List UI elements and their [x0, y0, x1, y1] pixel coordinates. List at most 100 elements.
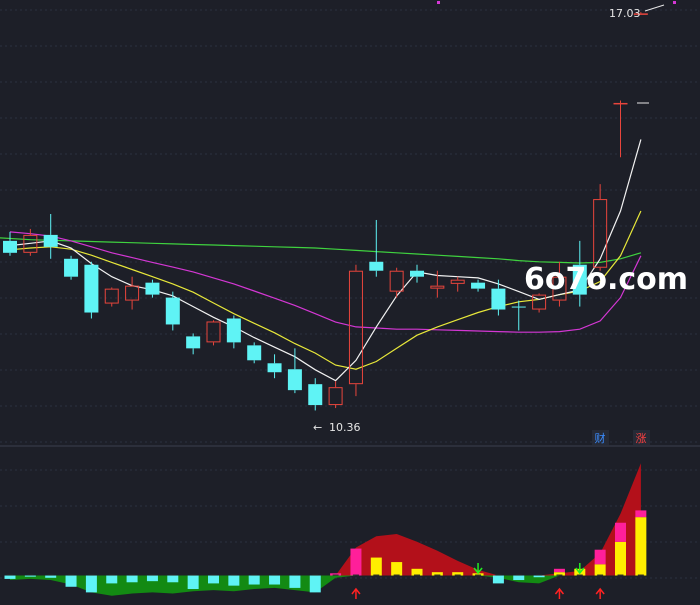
badge-finance[interactable]: 财	[592, 430, 609, 445]
indicator-bar	[370, 557, 382, 576]
indicator-bar-negative	[146, 575, 158, 582]
indicator-bar-negative	[248, 575, 260, 585]
indicator-bar	[146, 574, 158, 582]
candle-down	[3, 231, 17, 256]
candle-body	[410, 270, 424, 277]
indicator-bar	[269, 574, 281, 585]
indicator-bar	[248, 574, 260, 585]
indicator-bar	[350, 548, 362, 576]
marker-dot	[673, 1, 676, 4]
candles	[3, 12, 648, 411]
candle-down	[511, 300, 526, 331]
indicator-bar-negative	[24, 575, 36, 577]
candle-down	[247, 342, 262, 364]
indicator-area-negative	[10, 575, 641, 596]
indicator-bar-yellow	[370, 557, 382, 576]
indicator-bar	[187, 574, 199, 590]
indicator-bar-negative	[85, 575, 97, 593]
indicator-bar-magenta	[635, 510, 647, 518]
indicator-bar-magenta	[350, 548, 362, 576]
candle-down	[410, 264, 424, 283]
indicator-bar-yellow	[635, 517, 647, 576]
indicator-bar-negative	[106, 575, 118, 584]
candle-body	[3, 240, 17, 253]
candle-body	[145, 282, 160, 295]
indicator-area	[10, 463, 641, 596]
ma-line-green	[0, 237, 642, 264]
candle-body	[84, 264, 99, 313]
moving-average-lines	[0, 139, 642, 382]
candle-down	[145, 279, 160, 298]
indicator-bar	[45, 574, 57, 578]
candle-body	[287, 369, 302, 391]
indicator-bar-negative	[228, 575, 240, 586]
indicator-bar	[289, 574, 301, 588]
candle-up	[450, 276, 465, 292]
candle-body	[389, 270, 404, 292]
candle-body	[267, 363, 282, 373]
indicator-bar-negative	[45, 575, 57, 578]
signal-up-arrow	[554, 587, 565, 599]
indicator-bar-yellow	[411, 568, 423, 576]
candle-body	[43, 234, 58, 247]
indicator-bar-negative	[309, 575, 321, 593]
indicator-bar	[553, 568, 565, 576]
indicator-bar	[167, 574, 179, 583]
indicator-bar-negative	[208, 575, 219, 584]
marker-dot	[437, 1, 440, 4]
indicator-bar	[452, 572, 464, 576]
indicator-bar-negative	[513, 575, 525, 581]
badge-finance-label: 财	[595, 431, 606, 445]
indicator-bar	[24, 574, 36, 577]
candle-body	[206, 321, 221, 343]
candle-up	[348, 264, 363, 397]
price-labels: 17.03 ← 10.36	[313, 1, 676, 434]
indicator-area-positive	[10, 463, 641, 576]
indicator-bar-negative	[492, 575, 504, 584]
low-price-label: 10.36	[329, 421, 361, 434]
candle-down	[84, 261, 99, 319]
candle-up	[104, 287, 119, 307]
stock-chart-window: 17.03 ← 10.36 6o7o.com 财 涨	[0, 0, 700, 601]
candle-body	[369, 261, 384, 271]
indicator-bar	[594, 549, 606, 576]
candle-body	[328, 387, 343, 406]
high-price-label: 17.03	[609, 7, 641, 20]
indicator-bar-negative	[289, 575, 301, 588]
indicator-bar-negative	[167, 575, 179, 583]
candle-down	[491, 279, 506, 316]
candle-down	[43, 214, 58, 259]
indicator-bar-magenta	[615, 522, 626, 542]
indicator-bar-negative	[4, 575, 16, 579]
candle-down	[226, 315, 241, 349]
indicator-bar-negative	[533, 575, 545, 578]
indicator-bar-yellow	[594, 564, 606, 576]
candle-body	[491, 288, 506, 310]
candle-down	[267, 354, 282, 379]
candle-down	[165, 291, 180, 331]
indicator-bar	[431, 572, 443, 576]
indicator-bar	[106, 574, 118, 584]
indicator-bar	[391, 562, 403, 576]
signal-up-arrow	[351, 587, 361, 599]
indicator-bar-negative	[187, 575, 199, 590]
candle-down	[186, 333, 201, 355]
indicator-bar-magenta	[594, 549, 606, 565]
indicator-bar	[330, 573, 342, 576]
candle-up	[389, 267, 404, 298]
indicator-bar	[492, 574, 504, 584]
candlestick-chart[interactable]: 17.03 ← 10.36 6o7o.com 财 涨	[0, 0, 700, 601]
indicator-bar	[615, 522, 626, 576]
low-price-arrow: ←	[313, 421, 322, 434]
indicator-bar	[126, 574, 138, 583]
candle-down	[471, 279, 486, 292]
candle-up	[206, 320, 221, 346]
candle-body	[471, 282, 486, 289]
indicator-bar-negative	[269, 575, 281, 585]
candle-body	[613, 102, 628, 105]
badge-rise[interactable]: 涨	[633, 430, 650, 445]
indicator-bar	[309, 574, 321, 593]
indicator-bar-negative	[126, 575, 138, 583]
candle-body	[511, 306, 526, 308]
indicator-bar	[411, 568, 423, 576]
